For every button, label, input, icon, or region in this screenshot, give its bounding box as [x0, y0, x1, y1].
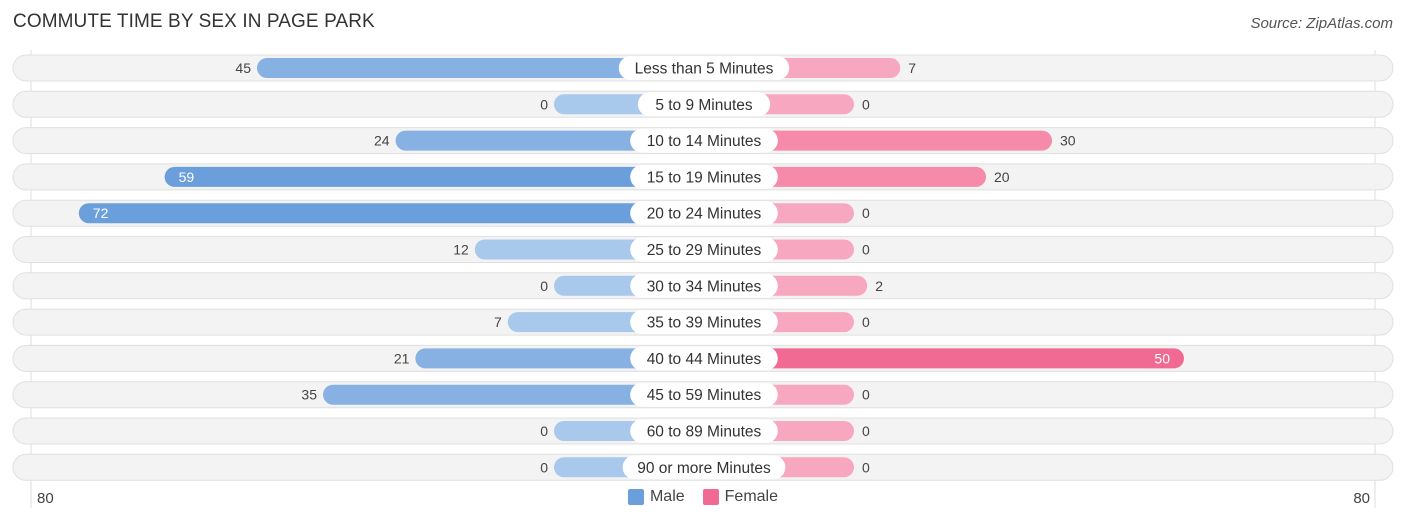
value-label-male: 12: [453, 242, 469, 258]
value-label-male: 35: [301, 387, 317, 403]
bar-male: [164, 166, 705, 187]
value-label-male: 0: [540, 423, 548, 439]
value-label-female: 0: [862, 314, 870, 330]
chart-svg: Less than 5 Minutes 45 7 5 to 9 Minutes 0 0 10…: [12, 50, 1394, 508]
value-label-male: 24: [374, 133, 390, 149]
value-label-female: 7: [908, 60, 916, 76]
value-label-male: 7: [494, 314, 502, 330]
value-label-female: 50: [1154, 350, 1170, 366]
value-label-female: 30: [1060, 133, 1076, 149]
legend-label-female: Female: [724, 488, 779, 505]
category-label: 90 or more Minutes: [637, 460, 771, 477]
legend: Male Female: [0, 488, 1406, 506]
category-label: 35 to 39 Minutes: [647, 315, 762, 332]
category-label: 40 to 44 Minutes: [647, 351, 762, 368]
category-label: Less than 5 Minutes: [635, 61, 774, 78]
category-label: 45 to 59 Minutes: [647, 387, 762, 404]
value-label-male: 21: [394, 350, 410, 366]
category-label: 25 to 29 Minutes: [647, 242, 762, 259]
value-label-female: 2: [875, 278, 883, 294]
value-label-male: 0: [540, 278, 548, 294]
value-label-female: 0: [862, 96, 870, 112]
category-label: 15 to 19 Minutes: [647, 169, 762, 186]
value-label-male: 0: [540, 459, 548, 475]
legend-label-male: Male: [649, 488, 685, 505]
category-label: 10 to 14 Minutes: [647, 133, 762, 150]
value-label-female: 0: [862, 423, 870, 439]
value-label-male: 45: [235, 60, 251, 76]
legend-item-female: Female: [702, 488, 779, 506]
legend-swatch-male: [627, 489, 644, 505]
value-label-male: 59: [179, 169, 195, 185]
legend-swatch-female: [702, 489, 719, 505]
bar-male: [78, 203, 705, 224]
value-label-female: 0: [862, 387, 870, 403]
value-label-female: 0: [862, 242, 870, 258]
category-label: 5 to 9 Minutes: [655, 97, 753, 114]
category-label: 30 to 34 Minutes: [647, 278, 762, 295]
category-label: 20 to 24 Minutes: [647, 206, 762, 223]
value-label-female: 0: [862, 205, 870, 221]
value-label-female: 20: [994, 169, 1010, 185]
value-label-male: 72: [93, 205, 109, 221]
value-label-male: 0: [540, 96, 548, 112]
category-label: 60 to 89 Minutes: [647, 424, 762, 441]
legend-item-male: Male: [627, 488, 685, 506]
value-label-female: 0: [862, 459, 870, 475]
